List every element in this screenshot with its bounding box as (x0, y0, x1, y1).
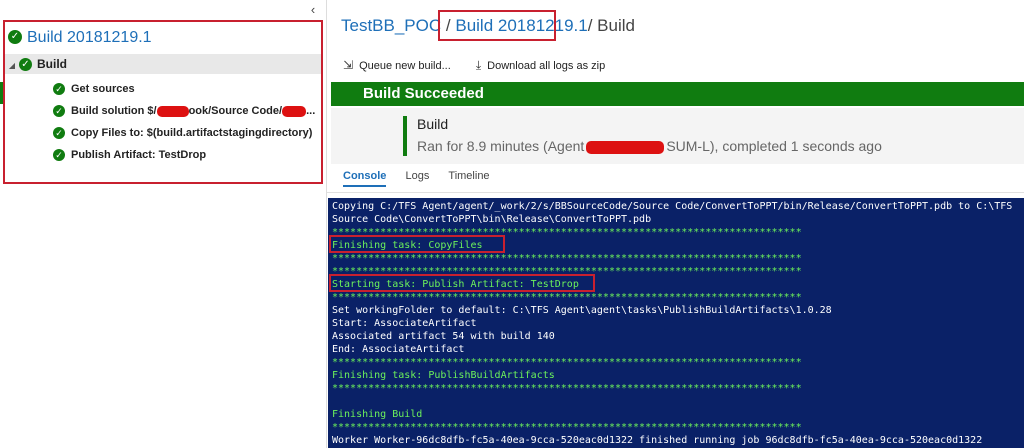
console-line: Copying C:/TFS Agent/agent/_work/2/s/BBS… (332, 201, 1013, 212)
console-line: ****************************************… (332, 292, 802, 303)
console-line: ****************************************… (332, 383, 802, 394)
job-status-bar (403, 116, 407, 156)
log-tabs: Console Logs Timeline (343, 170, 506, 187)
build-status-text: Build Succeeded (363, 85, 484, 102)
console-line: Start: AssociateArtifact (332, 318, 477, 329)
console-line: ****************************************… (332, 253, 802, 264)
job-description-suffix: SUM-L), completed 1 seconds ago (666, 138, 882, 154)
queue-new-build-button[interactable]: ⇲ Queue new build... (343, 58, 451, 72)
job-description-prefix: Ran for 8.9 minutes (Agent (417, 138, 585, 154)
console-line: Finishing task: PublishBuildArtifacts (332, 370, 555, 381)
build-detail-panel: TestBB_POC / Build 20181219.1/ Build ⇲ Qu… (326, 0, 1024, 448)
console-line: Worker Worker-96dc8dfb-fc5a-40ea-9cca-52… (332, 435, 983, 446)
breadcrumb-project-link[interactable]: TestBB_POC (341, 16, 441, 35)
toolbar: ⇲ Queue new build... ⤓ Download all logs a… (343, 58, 627, 73)
redaction-mark (586, 140, 665, 154)
console-line: End: AssociateArtifact (332, 344, 465, 355)
queue-new-build-label: Queue new build... (359, 60, 451, 72)
queue-build-icon: ⇲ (343, 58, 354, 72)
console-output[interactable]: Copying C:/TFS Agent/agent/_work/2/s/BBS… (328, 198, 1024, 448)
download-logs-button[interactable]: ⤓ Download all logs as zip (476, 58, 605, 73)
job-summary: Build Ran for 8.9 minutes (Agent SUM-L), … (331, 108, 1024, 164)
job-description: Ran for 8.9 minutes (Agent SUM-L), comple… (417, 138, 882, 154)
download-logs-label: Download all logs as zip (487, 60, 606, 72)
annotation-box-finishing-copyfiles (329, 235, 505, 253)
breadcrumb-current: / Build (587, 16, 635, 35)
console-line: ****************************************… (332, 422, 802, 433)
annotation-box-build-tree (3, 20, 323, 184)
tabs-divider (327, 192, 1024, 193)
build-status-banner: Build Succeeded (331, 82, 1024, 106)
tab-logs[interactable]: Logs (405, 170, 429, 185)
tab-timeline[interactable]: Timeline (448, 170, 489, 185)
console-line: Source Code\ConvertToPPT\bin\Release\Con… (332, 214, 652, 225)
collapse-panel-button[interactable]: ‹ (306, 2, 320, 18)
annotation-box-starting-publish (329, 274, 595, 292)
download-icon: ⤓ (475, 58, 482, 72)
console-line: ****************************************… (332, 357, 802, 368)
console-line: Associated artifact 54 with build 140 (332, 331, 555, 342)
console-line: Set workingFolder to default: C:\TFS Age… (332, 305, 832, 316)
annotation-box-build-number (438, 10, 556, 41)
tab-console[interactable]: Console (343, 170, 387, 187)
job-name: Build (417, 116, 449, 132)
console-line: Finishing Build (332, 409, 423, 420)
build-tree-panel: ‹ ✓ Build 20181219.1 ◢ ✓ Build ✓ Get sources… (0, 0, 326, 448)
